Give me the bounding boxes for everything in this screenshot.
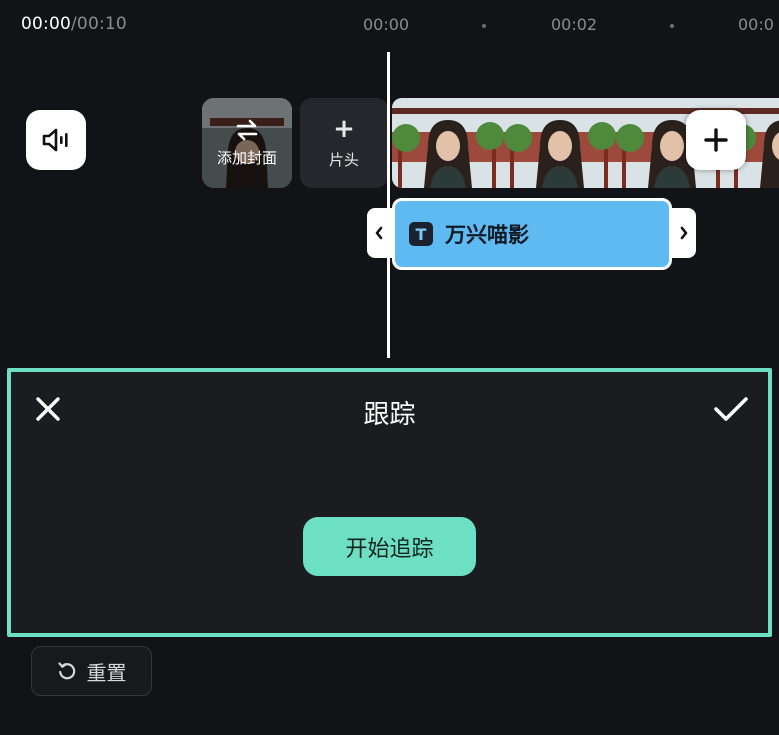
cover-overlay: 添加封面	[202, 98, 292, 188]
time-display: 00:00/00:10	[21, 14, 127, 34]
add-intro-label: 片头	[328, 150, 359, 169]
video-frame-thumbnail	[392, 98, 504, 188]
text-clip-icon: T	[409, 222, 433, 246]
panel-title: 跟踪	[363, 400, 416, 430]
start-tracking-button[interactable]: 开始追踪	[303, 517, 476, 576]
ruler-tick-label: 00:0	[738, 15, 774, 34]
add-intro-button[interactable]: + 片头	[300, 98, 388, 188]
chevron-right-icon	[680, 226, 688, 240]
current-time: 00:00	[21, 14, 71, 34]
ruler-tick-label: 00:00	[363, 15, 410, 34]
chevron-left-icon	[375, 226, 383, 240]
swap-arrows-icon	[236, 119, 258, 140]
ruler-dot	[670, 24, 674, 28]
text-clip-label: 万兴喵影	[445, 223, 529, 247]
confirm-button[interactable]	[712, 394, 750, 424]
total-duration: /00:10	[71, 14, 127, 34]
plus-icon	[704, 128, 728, 152]
playhead[interactable]	[387, 52, 390, 358]
start-tracking-label: 开始追踪	[345, 536, 434, 562]
text-clip[interactable]: T 万兴喵影	[392, 198, 672, 270]
add-cover-button[interactable]: 添加封面	[202, 98, 292, 188]
tracking-panel: 跟踪 开始追踪	[7, 368, 772, 637]
reset-icon	[57, 662, 75, 680]
ruler-tick-label: 00:02	[551, 15, 598, 34]
video-frame-thumbnail	[504, 98, 616, 188]
reset-button[interactable]: 重置	[31, 646, 152, 696]
reset-label: 重置	[86, 660, 127, 685]
checkmark-icon	[714, 397, 748, 421]
add-clip-button[interactable]	[686, 110, 746, 170]
speaker-icon	[42, 128, 68, 152]
trim-handle-right[interactable]	[672, 208, 696, 258]
audio-toggle-button[interactable]	[26, 110, 86, 170]
ruler-dot	[482, 24, 486, 28]
plus-icon: +	[333, 113, 355, 144]
add-cover-label: 添加封面	[216, 148, 277, 167]
